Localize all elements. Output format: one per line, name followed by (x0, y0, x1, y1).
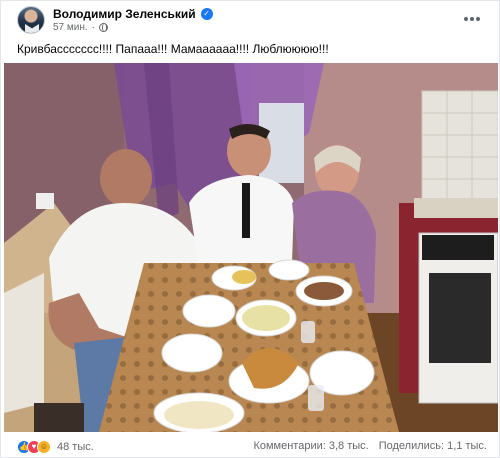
post-header: Володимир Зеленський ✓ 57 мин. · (1, 1, 500, 39)
author-row: Володимир Зеленський ✓ (53, 7, 213, 21)
author-avatar[interactable] (17, 6, 45, 34)
globe-icon (99, 23, 109, 32)
shares-count[interactable]: Поделились: 1,1 тыс. (379, 440, 487, 452)
comments-count[interactable]: Комментарии: 3,8 тыс. (253, 440, 368, 452)
post-stats: Комментарии: 3,8 тыс. Поделились: 1,1 ты… (253, 440, 487, 452)
post-footer: 👍 ♥ ☺ 48 тыс. Комментарии: 3,8 тыс. Поде… (1, 435, 500, 458)
post-caption: Кривбассссссс!!!! Папааа!!! Мамаааааа!!!… (17, 42, 329, 56)
wall-tiles (421, 90, 498, 202)
reactions-summary[interactable]: 👍 ♥ ☺ 48 тыс. (17, 440, 94, 454)
more-options-icon[interactable] (459, 7, 485, 31)
haha-icon: ☺ (37, 440, 51, 454)
reactions-count[interactable]: 48 тыс. (57, 441, 94, 453)
verified-badge-icon: ✓ (200, 8, 213, 20)
author-name[interactable]: Володимир Зеленський (53, 7, 196, 21)
post-time[interactable]: 57 мин. (53, 22, 88, 33)
post-photo[interactable] (4, 63, 498, 432)
post-meta: 57 мин. · (53, 22, 109, 33)
family-dinner-photo (4, 63, 498, 432)
facebook-post: Володимир Зеленський ✓ 57 мин. · Кривбас… (0, 0, 500, 458)
